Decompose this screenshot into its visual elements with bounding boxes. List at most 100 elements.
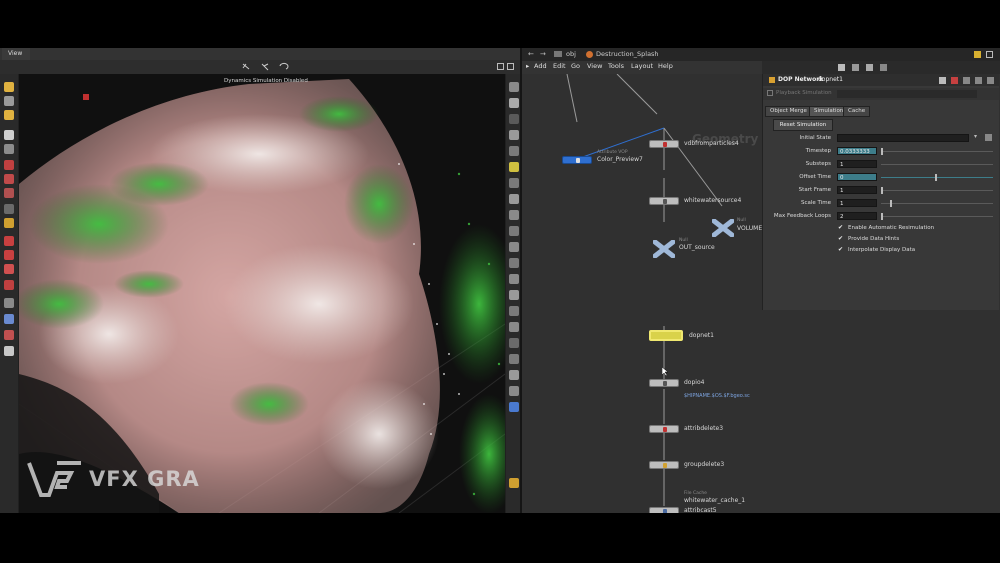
menu-edit[interactable]: Edit	[553, 62, 566, 70]
scale-time-field[interactable]: 1	[837, 199, 877, 207]
display-option-icon[interactable]	[509, 82, 519, 92]
scene-tool-icon[interactable]	[4, 298, 14, 308]
magnet-tool-icon[interactable]	[4, 236, 14, 246]
sphere-tool-icon[interactable]	[4, 314, 14, 324]
slider-knob[interactable]	[881, 187, 883, 194]
node-groupdelete[interactable]	[649, 461, 679, 469]
view-tools-icons[interactable]	[240, 62, 300, 72]
display-tool-icon[interactable]	[4, 346, 14, 356]
path-root[interactable]: obj	[566, 50, 576, 58]
scale-time-slider[interactable]	[881, 203, 993, 204]
back-arrow-icon[interactable]: ←	[528, 50, 534, 58]
brush-tool-icon[interactable]	[4, 218, 14, 228]
ghost-icon[interactable]	[509, 114, 519, 124]
layout-icon[interactable]	[880, 64, 887, 71]
guide-icon[interactable]	[509, 322, 519, 332]
display-icon[interactable]	[866, 64, 873, 71]
paint-tool-icon[interactable]	[4, 250, 14, 260]
pose-tool-icon[interactable]	[4, 130, 14, 140]
menu-help[interactable]: Help	[658, 62, 673, 70]
null-node-icon[interactable]	[653, 240, 675, 258]
max-feedback-field[interactable]: 2	[837, 212, 877, 220]
view-tool-icon[interactable]	[4, 280, 14, 290]
substeps-field[interactable]: 1	[837, 160, 877, 168]
layout-icon[interactable]	[507, 63, 514, 70]
slider-knob[interactable]	[881, 213, 883, 220]
snap-tool-icon[interactable]	[4, 204, 14, 214]
slider-knob[interactable]	[935, 174, 937, 181]
rotate-tool-icon[interactable]	[4, 110, 14, 120]
3d-viewport[interactable]: Dynamics Simulation Disabled VFX GRA	[19, 74, 505, 513]
camera-tool-icon[interactable]	[4, 174, 14, 184]
slider-knob[interactable]	[881, 148, 883, 155]
node-whitewatersource[interactable]	[649, 197, 679, 205]
timestep-field[interactable]: 0.0333333	[837, 147, 877, 155]
menu-go[interactable]: Go	[571, 62, 580, 70]
offset-time-field[interactable]: 0	[837, 173, 877, 181]
node-dopnet[interactable]	[649, 330, 683, 341]
select-tool-icon[interactable]	[4, 82, 14, 92]
tab-object-merge[interactable]: Object Merge	[765, 106, 812, 117]
interpolate-checkbox[interactable]: ✔	[838, 247, 844, 253]
light-icon[interactable]	[509, 162, 519, 172]
render-tool-icon[interactable]	[4, 160, 14, 170]
lock-params-icon[interactable]	[975, 77, 982, 84]
path-node[interactable]: Destruction_Splash	[596, 50, 659, 58]
prim-icon[interactable]	[509, 226, 519, 236]
menu-layout[interactable]: Layout	[631, 62, 653, 70]
node-color-preview[interactable]	[562, 156, 592, 164]
info-icon[interactable]	[963, 77, 970, 84]
sculpt-tool-icon[interactable]	[4, 264, 14, 274]
playback-checkbox[interactable]	[767, 90, 773, 96]
start-frame-field[interactable]: 1	[837, 186, 877, 194]
tab-cache[interactable]: Cache	[843, 106, 871, 117]
background-icon[interactable]	[509, 290, 519, 300]
reset-simulation-button[interactable]: Reset Simulation	[773, 119, 833, 131]
visualizer-icon[interactable]	[509, 386, 519, 396]
forward-arrow-icon[interactable]: →	[540, 50, 546, 58]
node-name-title[interactable]: dopnet1	[818, 76, 843, 83]
camera-icon[interactable]	[509, 274, 519, 284]
start-frame-slider[interactable]	[881, 190, 993, 191]
node-select-icon[interactable]	[985, 134, 992, 141]
flipbook-icon[interactable]	[509, 338, 519, 348]
wire-icon[interactable]	[509, 146, 519, 156]
expand-icon[interactable]	[987, 77, 994, 84]
maximize-icon[interactable]	[497, 63, 504, 70]
substeps-slider[interactable]	[881, 164, 993, 165]
light-tool-icon[interactable]	[4, 188, 14, 198]
node-attribdelete[interactable]	[649, 425, 679, 433]
grid-layout-icon[interactable]	[509, 478, 519, 488]
initial-state-field[interactable]	[837, 134, 969, 142]
null-node-icon[interactable]	[712, 219, 734, 237]
help-icon[interactable]	[951, 77, 958, 84]
node-vdbfromparticles[interactable]	[649, 140, 679, 148]
tools-icon[interactable]	[838, 64, 845, 71]
data-hints-checkbox[interactable]: ✔	[838, 236, 844, 242]
viewer-tab[interactable]: View	[2, 48, 31, 60]
pane-options-icon[interactable]	[986, 51, 993, 58]
handle-tool-icon[interactable]	[4, 144, 14, 154]
timestep-slider[interactable]	[881, 151, 993, 152]
normal-icon[interactable]	[509, 210, 519, 220]
lock-icon[interactable]	[509, 98, 519, 108]
menu-add[interactable]: Add	[534, 62, 547, 70]
uv-icon[interactable]	[509, 258, 519, 268]
max-feedback-slider[interactable]	[881, 216, 993, 217]
gear-icon[interactable]	[939, 77, 946, 84]
render-region-icon[interactable]	[509, 354, 519, 364]
shade-icon[interactable]	[509, 130, 519, 140]
auto-resim-checkbox[interactable]: ✔	[838, 225, 844, 231]
slider-knob[interactable]	[890, 200, 892, 207]
info-icon[interactable]	[509, 402, 519, 412]
menu-view[interactable]: View	[587, 62, 602, 70]
dropdown-arrow-icon[interactable]: ▾	[974, 133, 977, 140]
vertex-icon[interactable]	[509, 242, 519, 252]
pin-icon[interactable]	[974, 51, 981, 58]
rec-tool-icon[interactable]	[4, 330, 14, 340]
menu-tools[interactable]: Tools	[608, 62, 624, 70]
point-icon[interactable]	[509, 194, 519, 204]
mask-icon[interactable]	[509, 306, 519, 316]
grid-icon[interactable]	[852, 64, 859, 71]
move-tool-icon[interactable]	[4, 96, 14, 106]
